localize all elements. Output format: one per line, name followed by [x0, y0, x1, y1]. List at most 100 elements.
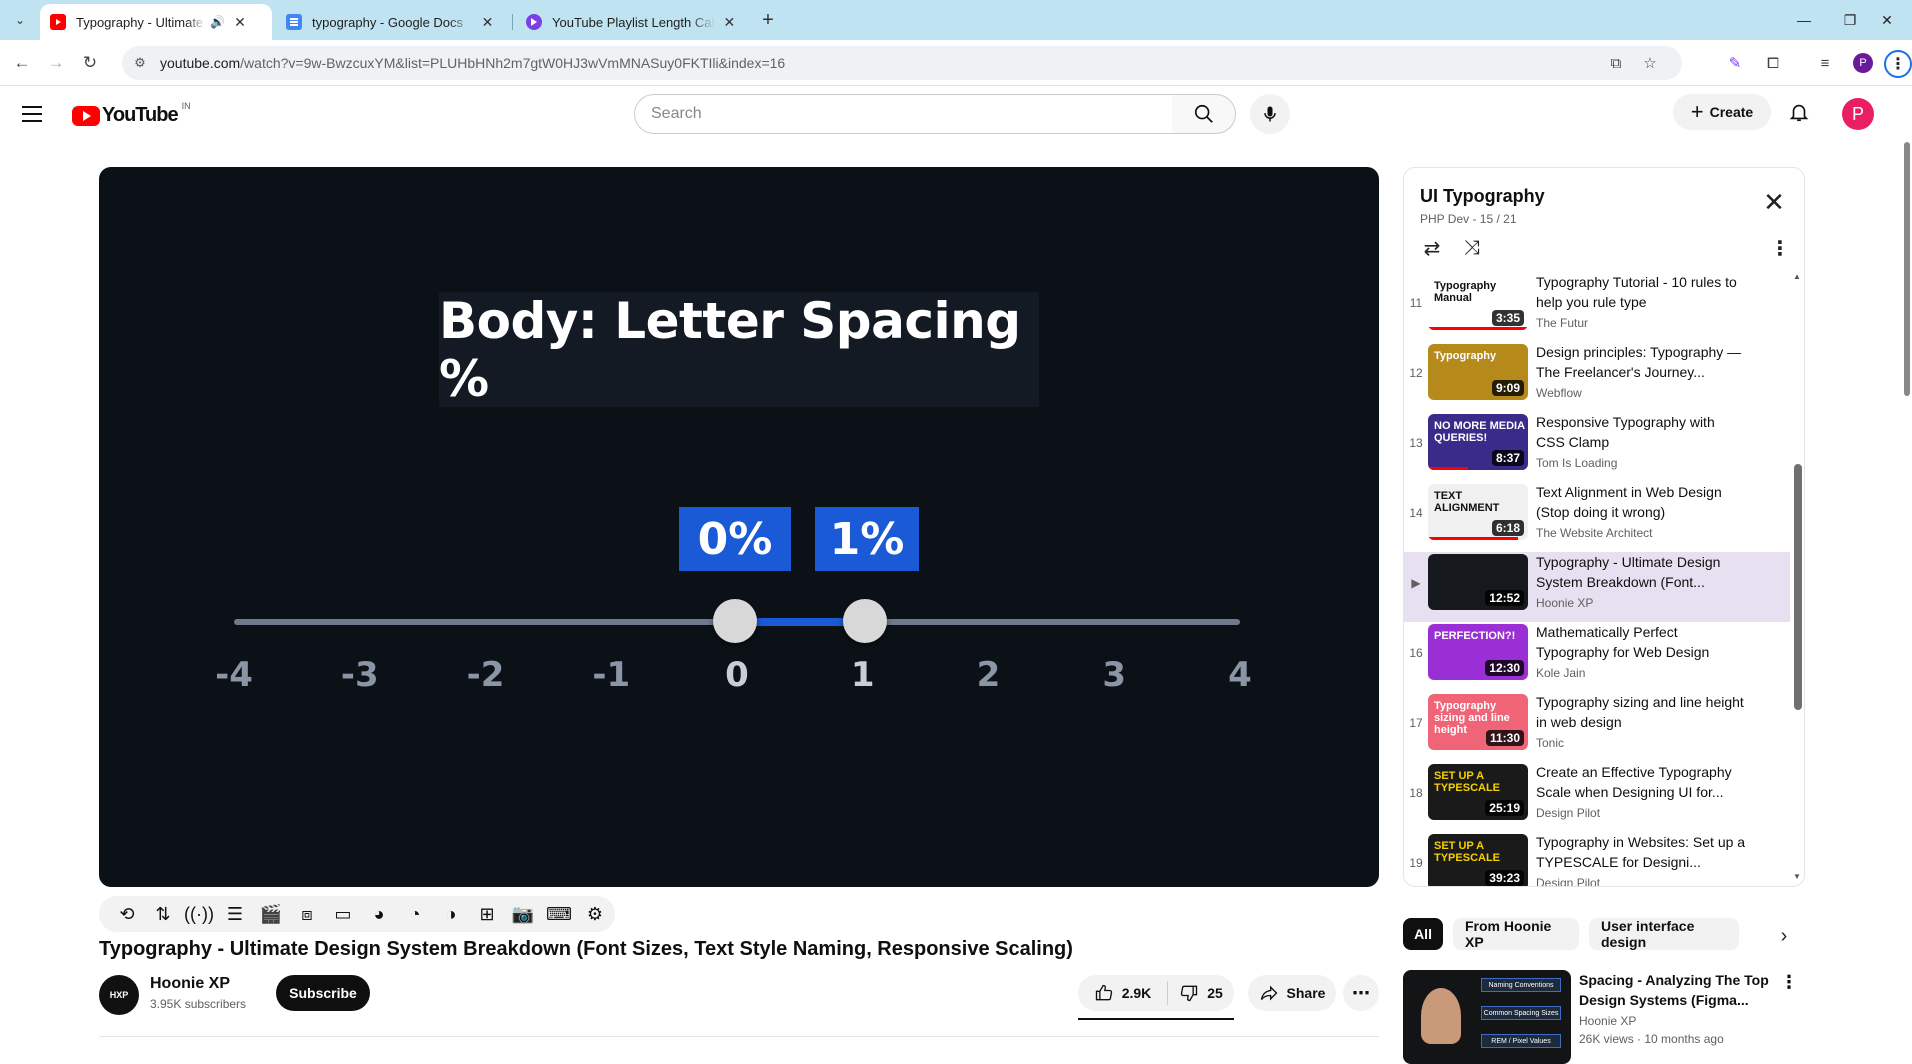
playlist-item-title[interactable]: Create an Effective Typography Scale whe… — [1536, 762, 1746, 802]
page-scrollbar-thumb[interactable] — [1904, 142, 1910, 396]
like-button[interactable]: 2.9K — [1078, 981, 1168, 1005]
address-bar[interactable]: ⚙ youtube.com/watch?v=9w-BwzcuxYM&list=P… — [122, 46, 1682, 80]
speed-settings-icon[interactable]: ◑ — [433, 899, 469, 929]
playlist-item[interactable]: 16 PERFECTION?! 12:30 Mathematically Perfec… — [1404, 622, 1790, 692]
clapperboard-icon[interactable]: 🎬 — [253, 899, 289, 929]
chip-all[interactable]: All — [1403, 918, 1443, 950]
tab-audio-icon[interactable]: 🔊 — [210, 15, 225, 29]
playlist-item[interactable]: 13 NO MORE MEDIA QUERIES! 8:37 Responsive T… — [1404, 412, 1790, 482]
loop-playlist-icon[interactable]: ⇄ — [1418, 234, 1446, 262]
new-tab-plus-icon[interactable]: + — [756, 8, 780, 32]
search-button[interactable] — [1172, 94, 1236, 134]
playlist-scrollbar[interactable]: ▲ ▼ — [1790, 272, 1804, 886]
tab-google-docs[interactable]: typography - Google Docs ✕ — [276, 4, 506, 40]
settings-gear-icon[interactable]: ⚙ — [577, 899, 613, 929]
screenshot-camera-icon[interactable]: 📷 — [505, 899, 541, 929]
playlist-item[interactable]: ▶ 12:52 Typography - Ultimate Design Syste… — [1404, 552, 1790, 622]
broadcast-icon[interactable]: ((·)) — [181, 899, 217, 929]
notifications-bell-icon[interactable] — [1783, 96, 1815, 128]
playlist-title[interactable]: UI Typography — [1420, 186, 1545, 207]
playlist-item-title[interactable]: Typography in Websites: Set up a TYPESCA… — [1536, 832, 1746, 872]
playlist-item[interactable]: 17 Typography sizing and line height 11:30… — [1404, 692, 1790, 762]
window-close-icon[interactable]: ✕ — [1862, 0, 1912, 40]
theater-mode-icon[interactable]: ▭ — [325, 899, 361, 929]
playlist-item-title[interactable]: Typography sizing and line height in web… — [1536, 692, 1746, 732]
playlist-item-thumbnail[interactable]: Typography Manual 3:35 — [1428, 274, 1528, 330]
recommended-more-icon[interactable]: ⋮ — [1777, 970, 1801, 994]
playlist-item-thumbnail[interactable]: PERFECTION?! 12:30 — [1428, 624, 1528, 680]
playlist-item[interactable]: 12 Typography 9:09 Design principles: Typog… — [1404, 342, 1790, 412]
channel-name[interactable]: Hoonie XP — [150, 975, 230, 993]
share-button[interactable]: Share — [1248, 975, 1336, 1011]
playlist-item-thumbnail[interactable]: TEXT ALIGNMENT 6:18 — [1428, 484, 1528, 540]
loop-icon[interactable]: ⟲ — [109, 899, 145, 929]
chip-from-channel[interactable]: From Hoonie XP — [1453, 918, 1579, 950]
tab-youtube-video[interactable]: Typography - Ultimate Design System Brea… — [40, 4, 272, 40]
subscribe-button[interactable]: Subscribe — [276, 975, 370, 1011]
dislike-button[interactable]: 25 — [1168, 983, 1234, 1003]
browser-menu-icon[interactable]: ⋮ — [1884, 50, 1912, 78]
scroll-up-icon[interactable]: ▲ — [1790, 272, 1804, 281]
duration-badge: 11:30 — [1485, 730, 1524, 746]
tab-close-icon[interactable]: ✕ — [231, 13, 249, 31]
extensions-puzzle-icon[interactable]: ⧠ — [1760, 50, 1786, 76]
add-marker-icon[interactable]: ⊞ — [469, 899, 505, 929]
browser-profile-avatar[interactable]: P — [1853, 53, 1873, 73]
recommended-channel[interactable]: Hoonie XP — [1579, 1014, 1636, 1028]
playlist-item-thumbnail[interactable]: SET UP A TYPESCALE 25:19 — [1428, 764, 1528, 820]
playlist-item[interactable]: 11 Typography Manual 3:35 Typography Tutori… — [1404, 272, 1790, 342]
playlist-item-thumbnail[interactable]: Typography 9:09 — [1428, 344, 1528, 400]
picture-in-picture-icon[interactable]: ⧈ — [289, 899, 325, 929]
reload-icon[interactable]: ↻ — [76, 49, 104, 77]
recommended-thumbnail[interactable]: Naming Conventions Common Spacing Sizes … — [1403, 970, 1571, 1064]
back-arrow-icon[interactable]: ← — [8, 49, 36, 77]
more-actions-icon[interactable]: ⋯ — [1343, 975, 1379, 1011]
search-input[interactable]: Search — [634, 94, 1174, 134]
scrollbar-thumb[interactable] — [1794, 464, 1802, 710]
playlist-item[interactable]: 14 TEXT ALIGNMENT 6:18 Text Alignment in We… — [1404, 482, 1790, 552]
video-player[interactable]: Body: Letter Spacing % 0% 1% -4 -3 -2 -1 0 1 2… — [99, 167, 1379, 887]
playlist-item-title[interactable]: Typography - Ultimate Design System Brea… — [1536, 552, 1746, 592]
create-button[interactable]: + Create — [1673, 94, 1771, 130]
extension-pen-icon[interactable]: ✎ — [1722, 50, 1748, 76]
recommended-video[interactable]: Naming Conventions Common Spacing Sizes … — [1403, 970, 1805, 1064]
page-scrollbar[interactable] — [1902, 142, 1912, 1040]
close-playlist-icon[interactable]: ✕ — [1760, 187, 1788, 217]
media-controls-icon[interactable]: ≡ — [1812, 50, 1838, 76]
voice-search-button[interactable] — [1250, 94, 1290, 134]
speed-gauge-icon[interactable]: ◔ — [397, 899, 433, 929]
color-palette-icon[interactable]: ◕ — [361, 899, 397, 929]
install-app-icon[interactable]: ⧉ — [1602, 46, 1630, 80]
shuffle-icon[interactable]: ⤨ — [1458, 234, 1486, 262]
account-avatar[interactable]: P — [1842, 98, 1874, 130]
site-info-icon[interactable]: ⚙ — [130, 55, 150, 71]
playlist-item[interactable]: 19 SET UP A TYPESCALE 39:23 Typography in W… — [1404, 832, 1790, 886]
sort-arrows-icon[interactable]: ⇅ — [145, 899, 181, 929]
playlist-item-thumbnail[interactable]: NO MORE MEDIA QUERIES! 8:37 — [1428, 414, 1528, 470]
playlist-item[interactable]: 18 SET UP A TYPESCALE 25:19 Create an Effec… — [1404, 762, 1790, 832]
playlist-item-title[interactable]: Design principles: Typography — The Free… — [1536, 342, 1746, 382]
playlist-item-thumbnail[interactable]: 12:52 — [1428, 554, 1528, 610]
playlist-item-thumbnail[interactable]: SET UP A TYPESCALE 39:23 — [1428, 834, 1528, 886]
keyboard-icon[interactable]: ⌨ — [541, 899, 577, 929]
recommended-title[interactable]: Spacing - Analyzing The Top Design Syste… — [1579, 970, 1769, 1010]
scroll-down-icon[interactable]: ▼ — [1790, 872, 1804, 881]
playlist-item-title[interactable]: Text Alignment in Web Design (Stop doing… — [1536, 482, 1746, 522]
forward-arrow-icon[interactable]: → — [42, 49, 70, 77]
playlist-item-title[interactable]: Mathematically Perfect Typography for We… — [1536, 622, 1746, 662]
chip-user-interface-design[interactable]: User interface design — [1589, 918, 1739, 950]
playlist-menu-icon[interactable]: ⋮ — [1766, 234, 1794, 262]
tab-close-icon[interactable]: ✕ — [479, 13, 496, 31]
playlist-eye-icon[interactable]: ☰ — [217, 899, 253, 929]
tab-close-icon[interactable]: ✕ — [721, 13, 738, 31]
playlist-item-thumbnail[interactable]: Typography sizing and line height 11:30 — [1428, 694, 1528, 750]
playlist-item-title[interactable]: Typography Tutorial - 10 rules to help y… — [1536, 272, 1746, 312]
playlist-item-title[interactable]: Responsive Typography with CSS Clamp — [1536, 412, 1746, 452]
youtube-logo[interactable]: YouTube IN — [72, 101, 191, 127]
tab-playlist-calculator[interactable]: YouTube Playlist Length Calculator ✕ — [516, 4, 748, 40]
chevron-right-icon[interactable]: › — [1766, 918, 1802, 954]
bookmark-star-icon[interactable]: ☆ — [1636, 46, 1664, 80]
tab-search-chevron-icon[interactable]: ⌄ — [8, 8, 32, 32]
guide-menu-icon[interactable] — [20, 102, 44, 126]
channel-avatar[interactable]: HXP — [99, 975, 139, 1015]
